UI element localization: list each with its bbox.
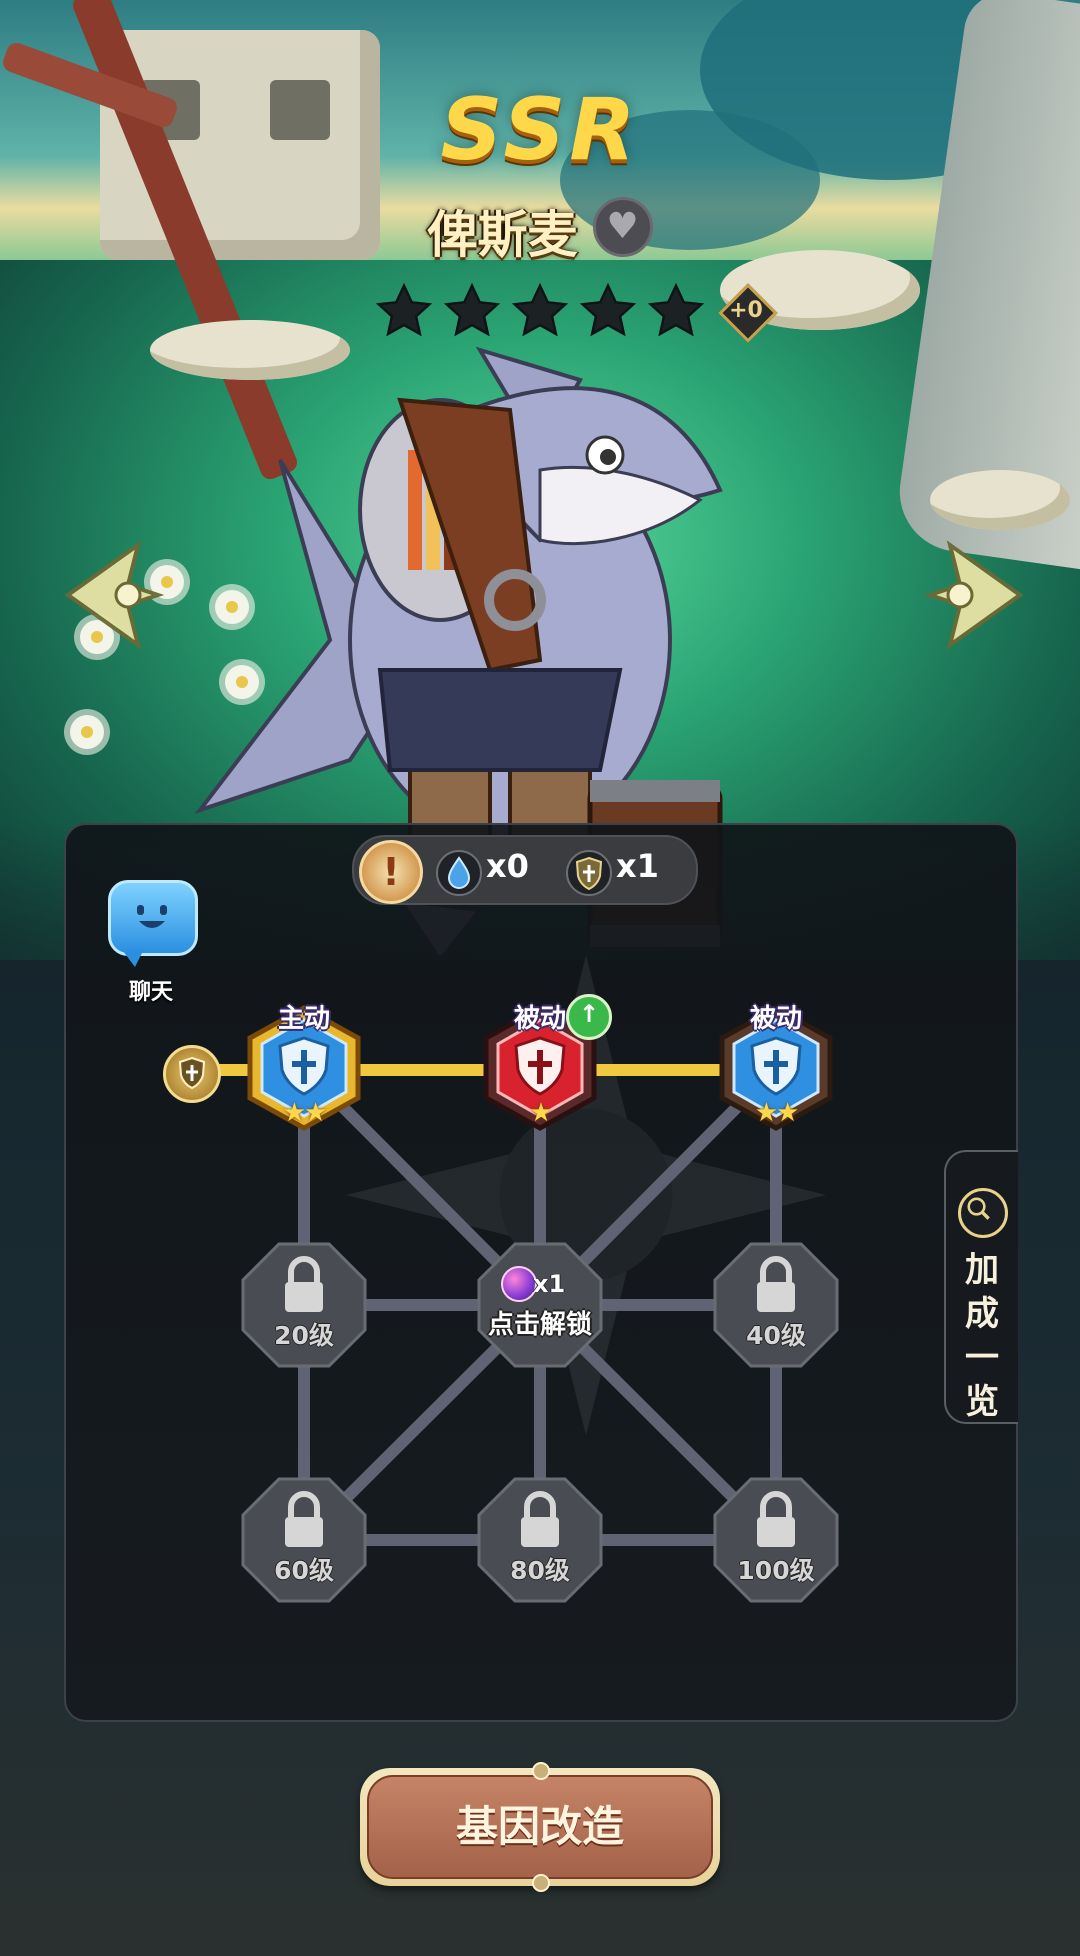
chat-label: 聊天 bbox=[128, 980, 173, 1005]
star-icon bbox=[443, 282, 501, 337]
star-icon bbox=[647, 282, 705, 337]
gene-gem-icon bbox=[501, 1266, 537, 1302]
skill-stars: ★★ bbox=[754, 1098, 800, 1128]
button-ornament bbox=[532, 1762, 550, 1780]
rarity-badge: SSR bbox=[440, 80, 640, 180]
bonus-overview-tab[interactable]: 加成一览 bbox=[944, 1150, 1018, 1424]
star-bonus-badge: +0 bbox=[718, 283, 778, 343]
hero-name: 俾斯麦 bbox=[427, 206, 578, 264]
gene-node-unlockable[interactable]: x1 点击解锁 bbox=[475, 1240, 605, 1370]
lock-level-label: 60级 bbox=[274, 1556, 334, 1585]
active-skill-node[interactable]: 主动 ★★ bbox=[240, 1004, 368, 1132]
gem-cost: x1 bbox=[533, 1270, 566, 1298]
gene-modify-button[interactable]: 基因改造 bbox=[360, 1762, 720, 1892]
button-ornament bbox=[532, 1874, 550, 1892]
lock-level-label: 40级 bbox=[746, 1321, 806, 1350]
skill-type-label: 被动 bbox=[749, 1004, 802, 1034]
gene-node-locked[interactable]: 40级 bbox=[711, 1240, 841, 1370]
gene-node-locked[interactable]: 20级 bbox=[239, 1240, 369, 1370]
warning-exclamation-icon[interactable]: ! bbox=[359, 840, 423, 904]
lock-level-label: 80级 bbox=[510, 1556, 570, 1585]
prev-hero-left-arrow-icon[interactable] bbox=[58, 540, 168, 650]
hero-name-row: 俾斯麦 ♥ bbox=[0, 195, 1080, 267]
star-rating: +0 bbox=[375, 282, 778, 343]
skill-stars: ★ bbox=[529, 1098, 552, 1128]
chat-bubble-icon bbox=[108, 880, 198, 967]
gene-node-locked[interactable]: 60级 bbox=[239, 1475, 369, 1605]
star-icon bbox=[511, 282, 569, 337]
flower bbox=[70, 715, 104, 749]
skill-type-label: 主动 bbox=[277, 1004, 330, 1034]
skill-chain-start-shield-icon bbox=[163, 1045, 221, 1103]
gene-modify-label: 基因改造 bbox=[367, 1775, 713, 1879]
passive-skill-node-2[interactable]: 被动 ★★ bbox=[712, 1004, 840, 1132]
next-hero-right-arrow-icon[interactable] bbox=[920, 540, 1030, 650]
gene-node-locked[interactable]: 100级 bbox=[711, 1475, 841, 1605]
water-count: x0 bbox=[486, 847, 529, 885]
chat-button[interactable]: 聊天 bbox=[108, 880, 198, 1006]
tap-to-unlock-label: 点击解锁 bbox=[487, 1310, 592, 1340]
favorite-heart-icon[interactable]: ♥ bbox=[592, 197, 653, 257]
star-icon bbox=[579, 282, 637, 337]
gene-node-locked[interactable]: 80级 bbox=[475, 1475, 605, 1605]
upgrade-arrow-icon: ↑ bbox=[566, 994, 612, 1040]
passive-skill-node-1[interactable]: 被动 ★ ↑ bbox=[476, 994, 612, 1132]
bone bbox=[930, 470, 1070, 530]
lock-level-label: 20级 bbox=[274, 1321, 334, 1350]
skill-stars: ★★ bbox=[282, 1098, 328, 1128]
lock-level-label: 100级 bbox=[737, 1556, 815, 1585]
water-drop-icon bbox=[436, 850, 482, 896]
shield-icon bbox=[566, 850, 612, 896]
shield-count: x1 bbox=[616, 847, 659, 885]
resource-bar: ! x0 x1 bbox=[352, 835, 698, 905]
magnifier-icon bbox=[958, 1188, 1008, 1238]
star-bonus-text: +0 bbox=[729, 298, 763, 323]
bonus-overview-label: 加成一览 bbox=[965, 1250, 999, 1422]
star-icon bbox=[375, 282, 433, 337]
